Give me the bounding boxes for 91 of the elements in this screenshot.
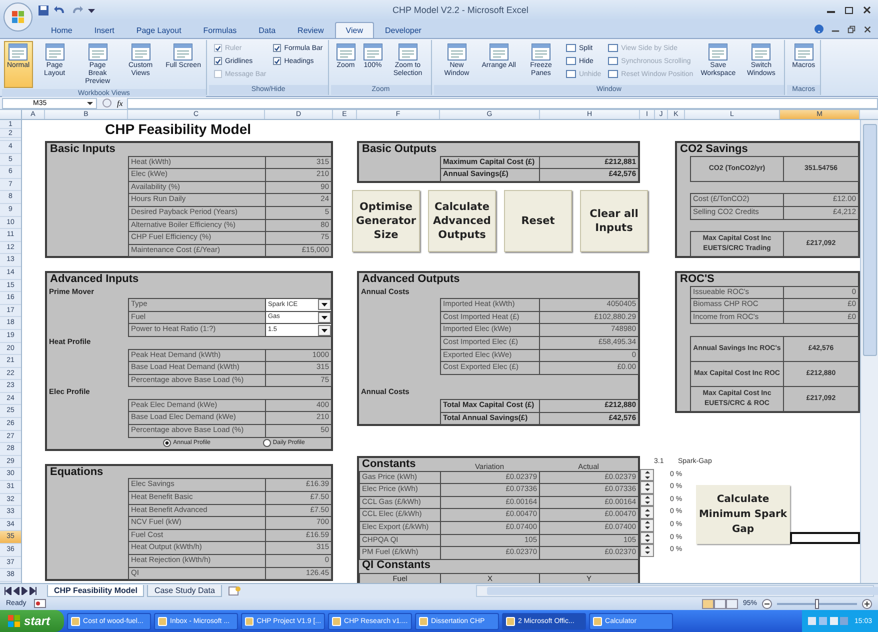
macro-button[interactable]: Calculate Minimum Spark Gap bbox=[696, 485, 790, 544]
up-down-arrows-icon bbox=[642, 495, 652, 506]
sheet-icon bbox=[794, 43, 814, 61]
panel-title: Equations bbox=[49, 466, 104, 478]
sheet-icon bbox=[398, 43, 418, 61]
window-title: CHP Model V2.2 - Microsoft Excel bbox=[392, 5, 530, 15]
macro-record-icon[interactable] bbox=[34, 599, 46, 608]
function-label[interactable]: fx bbox=[117, 98, 123, 108]
sheet-tab[interactable]: CHP Feasibility Model bbox=[47, 584, 144, 596]
up-down-arrows-icon bbox=[642, 470, 652, 480]
sheet-title: CHP Feasibility Model bbox=[104, 120, 252, 139]
ribbon-tab[interactable]: Data bbox=[248, 22, 287, 38]
window-icon bbox=[566, 70, 576, 78]
windows-flag-icon bbox=[8, 615, 20, 627]
zoom-in-icon[interactable] bbox=[862, 598, 872, 608]
sheet-icon bbox=[751, 43, 772, 61]
window-icon bbox=[608, 70, 618, 78]
sheet-icon bbox=[530, 43, 551, 61]
sheet-icon bbox=[362, 43, 383, 61]
radio-button[interactable] bbox=[163, 438, 172, 447]
panel-title: Advanced Outputs bbox=[361, 272, 461, 286]
ribbon-tab[interactable]: Page Layout bbox=[125, 22, 192, 38]
start-button[interactable]: start bbox=[0, 610, 64, 632]
window-icon bbox=[566, 44, 576, 52]
up-down-arrows-icon bbox=[642, 532, 652, 543]
sheet-icon bbox=[130, 43, 151, 61]
restore-icon[interactable] bbox=[847, 24, 856, 34]
sheet-icon bbox=[44, 43, 65, 61]
app-icon bbox=[245, 616, 254, 626]
ribbon-tab[interactable]: Home bbox=[40, 22, 84, 38]
panel-title: QI Constants bbox=[361, 558, 432, 573]
window-icon bbox=[608, 57, 618, 65]
macro-button[interactable]: Optimise Generator Size bbox=[352, 190, 420, 252]
up-down-arrows-icon bbox=[642, 520, 652, 530]
undo-icon[interactable] bbox=[54, 5, 66, 15]
app-icon bbox=[158, 616, 168, 626]
panel-title: Basic Outputs bbox=[361, 143, 438, 156]
ribbon-tab[interactable]: Review bbox=[286, 22, 335, 38]
close-icon[interactable] bbox=[862, 5, 872, 15]
zoom-out-icon[interactable] bbox=[762, 598, 772, 608]
view-buttons-icon[interactable] bbox=[702, 598, 738, 608]
up-down-arrows-icon bbox=[642, 482, 652, 492]
sheet-icon bbox=[336, 43, 356, 61]
ribbon-tab[interactable]: Insert bbox=[83, 22, 126, 38]
sheet-icon bbox=[8, 43, 28, 61]
dropdown-icon[interactable] bbox=[88, 6, 95, 14]
spin-button[interactable] bbox=[640, 494, 654, 506]
spin-button[interactable] bbox=[640, 481, 654, 494]
ribbon-tab[interactable]: Formulas bbox=[192, 22, 248, 38]
checkbox[interactable] bbox=[273, 57, 282, 65]
checkbox[interactable] bbox=[214, 57, 222, 65]
sheet-icon bbox=[446, 43, 467, 61]
up-down-arrows-icon bbox=[642, 508, 652, 518]
app-icon bbox=[332, 616, 342, 626]
spin-button[interactable] bbox=[640, 532, 654, 544]
help-icon[interactable] bbox=[814, 24, 824, 34]
selected-cell[interactable] bbox=[790, 532, 860, 544]
close-icon[interactable] bbox=[863, 24, 872, 34]
slider-thumb[interactable] bbox=[815, 598, 819, 608]
macro-button[interactable]: Clear all Inputs bbox=[580, 190, 648, 252]
formula-field[interactable] bbox=[126, 98, 878, 108]
macro-button[interactable]: Calculate Advanced Outputs bbox=[428, 190, 496, 252]
radio-button[interactable] bbox=[262, 438, 271, 447]
maximize-icon[interactable] bbox=[844, 5, 854, 15]
spin-button[interactable] bbox=[640, 518, 654, 532]
checkbox[interactable] bbox=[273, 44, 282, 52]
sheet-icon bbox=[173, 43, 194, 61]
spin-button[interactable] bbox=[640, 468, 654, 482]
ribbon-tab[interactable]: View bbox=[334, 22, 374, 38]
sheet-icon bbox=[88, 43, 108, 61]
panel-title: ROC'S bbox=[679, 272, 716, 286]
vertical-scrollbar[interactable] bbox=[860, 120, 878, 583]
save-icon[interactable] bbox=[38, 4, 49, 16]
window-icon bbox=[608, 44, 618, 52]
panel-title: Advanced Inputs bbox=[49, 272, 140, 286]
panel-title: Constants bbox=[361, 458, 417, 471]
sheet-tab[interactable]: Case Study Data bbox=[147, 584, 222, 596]
app-icon bbox=[419, 616, 428, 626]
up-down-arrows-icon bbox=[642, 545, 652, 556]
app-icon bbox=[71, 616, 80, 626]
spin-button[interactable] bbox=[640, 506, 654, 519]
ribbon-tab[interactable]: Developer bbox=[374, 22, 432, 38]
spin-button[interactable] bbox=[640, 544, 654, 557]
macro-button[interactable]: Reset bbox=[504, 190, 572, 252]
sheet-icon bbox=[488, 43, 509, 61]
sheet-icon bbox=[708, 43, 728, 61]
panel-title: CO2 Savings bbox=[679, 143, 749, 156]
window-icon bbox=[566, 57, 576, 65]
app-icon bbox=[506, 616, 516, 626]
app-icon bbox=[593, 616, 602, 626]
panel-title: Basic Inputs bbox=[49, 143, 116, 156]
